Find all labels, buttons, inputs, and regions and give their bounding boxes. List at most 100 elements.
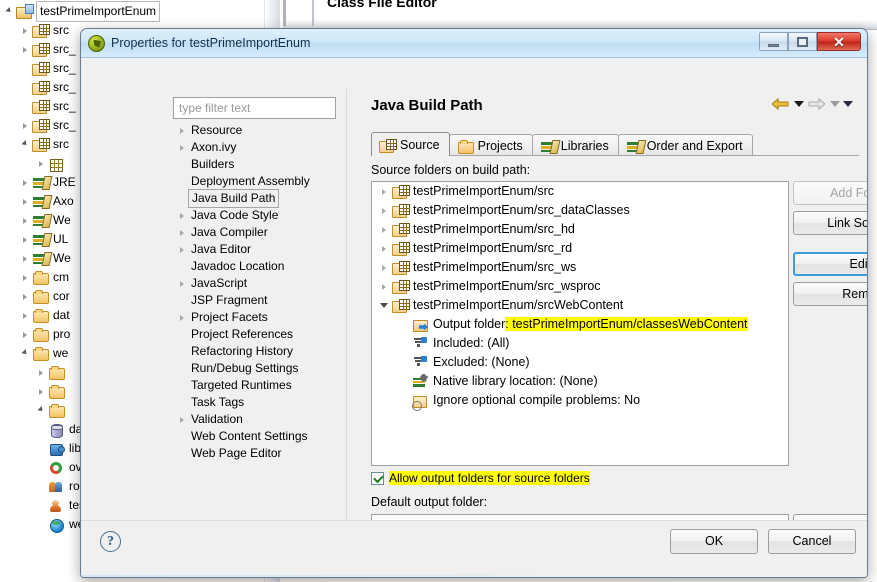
chevron-right-icon[interactable] — [34, 382, 48, 401]
source-folder-row[interactable]: testPrimeImportEnum/src_hd — [372, 220, 788, 239]
explorer-tree-item[interactable]: Axo — [18, 192, 74, 211]
allow-output-folders-row[interactable]: Allow output folders for source folders — [371, 471, 590, 485]
settings-tree-item-run-debug-settings[interactable]: Run/Debug Settings — [173, 360, 336, 377]
source-folder-row[interactable]: Native library location: (None) — [372, 372, 788, 391]
settings-tree-item-javadoc-location[interactable]: Javadoc Location — [173, 258, 336, 275]
explorer-tree-item[interactable]: testPrimeImportEnum — [2, 1, 161, 22]
explorer-tree-item[interactable]: dat — [34, 420, 86, 439]
explorer-tree-item[interactable]: we — [18, 344, 68, 363]
build-path-tabs[interactable]: Source Projects Libraries Order and Export — [371, 132, 753, 156]
dialog-title-bar[interactable]: Properties for testPrimeImportEnum ✕ — [81, 29, 867, 58]
explorer-tree-item[interactable]: pro — [18, 325, 70, 344]
chevron-right-icon[interactable] — [18, 230, 32, 249]
settings-tree-item-validation[interactable]: Validation — [173, 411, 336, 428]
source-folders-list[interactable]: testPrimeImportEnum/src testPrimeImportEn… — [371, 181, 789, 466]
back-button[interactable] — [771, 95, 791, 113]
close-button[interactable]: ✕ — [817, 32, 861, 51]
explorer-tree-item[interactable]: src — [18, 21, 69, 40]
explorer-tree-item[interactable] — [34, 382, 69, 401]
explorer-tree-item[interactable]: cm — [18, 268, 69, 287]
explorer-tree-item[interactable]: src_ — [18, 97, 76, 116]
filter-input[interactable]: type filter text — [173, 97, 336, 119]
chevron-right-icon[interactable] — [18, 325, 32, 344]
forward-button[interactable] — [807, 95, 827, 113]
chevron-right-icon[interactable] — [376, 245, 392, 252]
cancel-button[interactable]: Cancel — [768, 529, 856, 554]
chevron-right-icon[interactable] — [175, 144, 189, 151]
editor-sash-divider-secondary[interactable] — [312, 0, 314, 26]
explorer-tree-item[interactable]: JRE — [18, 173, 76, 192]
tab-source[interactable]: Source — [371, 132, 450, 156]
source-folder-row[interactable]: testPrimeImportEnum/src_wsproc — [372, 277, 788, 296]
minimize-button[interactable] — [759, 32, 788, 51]
settings-tree-item-builders[interactable]: Builders — [173, 156, 336, 173]
explorer-tree-item[interactable]: cor — [18, 287, 70, 306]
source-folder-row[interactable]: Excluded: (None) — [372, 353, 788, 372]
chevron-right-icon[interactable] — [18, 249, 32, 268]
source-folder-row[interactable]: Ignore optional compile problems: No — [372, 391, 788, 411]
chevron-right-icon[interactable] — [376, 264, 392, 271]
chevron-right-icon[interactable] — [18, 306, 32, 325]
explorer-tree-item[interactable]: src — [18, 135, 69, 154]
tab-libraries[interactable]: Libraries — [531, 134, 619, 156]
editor-sash-divider[interactable] — [283, 0, 286, 26]
chevron-down-icon[interactable] — [376, 303, 392, 308]
settings-tree-item-web-content-settings[interactable]: Web Content Settings — [173, 428, 336, 445]
explorer-tree-item[interactable]: We — [18, 211, 71, 230]
forward-history-dropdown-icon[interactable] — [830, 101, 840, 107]
chevron-right-icon[interactable] — [175, 416, 189, 423]
settings-tree-item-refactoring-history[interactable]: Refactoring History — [173, 343, 336, 360]
settings-tree-item-deployment-assembly[interactable]: Deployment Assembly — [173, 173, 336, 190]
chevron-right-icon[interactable] — [18, 211, 32, 230]
explorer-tree-item[interactable]: libr — [34, 439, 85, 458]
edit-button[interactable]: Edit... — [793, 252, 867, 276]
chevron-down-icon[interactable] — [18, 344, 32, 363]
settings-tree-item-axon-ivy[interactable]: Axon.ivy — [173, 139, 336, 156]
explorer-tree-item[interactable] — [34, 154, 69, 173]
settings-tree-item-task-tags[interactable]: Task Tags — [173, 394, 336, 411]
explorer-tree-item[interactable]: UL — [18, 230, 68, 249]
settings-tree-item-project-facets[interactable]: Project Facets — [173, 309, 336, 326]
chevron-right-icon[interactable] — [376, 188, 392, 195]
chevron-right-icon[interactable] — [18, 287, 32, 306]
settings-tree-item-javascript[interactable]: JavaScript — [173, 275, 336, 292]
remove-button[interactable]: Remove — [793, 282, 867, 306]
explorer-tree-item[interactable]: src_ — [18, 78, 76, 97]
chevron-right-icon[interactable] — [175, 246, 189, 253]
chevron-right-icon[interactable] — [34, 363, 48, 382]
link-source-button[interactable]: Link Source... — [793, 211, 867, 235]
settings-tree-item-project-references[interactable]: Project References — [173, 326, 336, 343]
chevron-right-icon[interactable] — [18, 116, 32, 135]
source-folder-row[interactable]: testPrimeImportEnum/srcWebContent — [372, 296, 788, 315]
source-folder-row[interactable]: Output folder: testPrimeImportEnum/class… — [372, 315, 788, 334]
chevron-right-icon[interactable] — [18, 268, 32, 287]
help-icon[interactable]: ? — [100, 531, 121, 552]
settings-tree-item-targeted-runtimes[interactable]: Targeted Runtimes — [173, 377, 336, 394]
settings-tree-item-java-compiler[interactable]: Java Compiler — [173, 224, 336, 241]
source-folder-row[interactable]: testPrimeImportEnum/src_ws — [372, 258, 788, 277]
explorer-tree-item[interactable]: dat — [18, 306, 70, 325]
chevron-right-icon[interactable] — [175, 229, 189, 236]
source-folder-row[interactable]: testPrimeImportEnum/src_dataClasses — [372, 201, 788, 220]
chevron-right-icon[interactable] — [175, 212, 189, 219]
chevron-right-icon[interactable] — [18, 192, 32, 211]
chevron-down-icon[interactable] — [2, 2, 16, 21]
view-menu-dropdown-icon[interactable] — [843, 101, 853, 107]
chevron-right-icon[interactable] — [175, 280, 189, 287]
restore-button[interactable] — [788, 32, 817, 51]
explorer-tree-item[interactable] — [34, 363, 69, 382]
source-folder-row[interactable]: testPrimeImportEnum/src_rd — [372, 239, 788, 258]
source-folder-row[interactable]: testPrimeImportEnum/src — [372, 182, 788, 201]
allow-output-folders-checkbox[interactable] — [371, 471, 384, 485]
chevron-right-icon[interactable] — [175, 127, 189, 134]
chevron-right-icon[interactable] — [376, 283, 392, 290]
chevron-right-icon[interactable] — [18, 173, 32, 192]
chevron-right-icon[interactable] — [175, 314, 189, 321]
chevron-right-icon[interactable] — [18, 21, 32, 40]
back-history-dropdown-icon[interactable] — [794, 101, 804, 107]
chevron-right-icon[interactable] — [34, 154, 48, 173]
settings-tree-item-web-page-editor[interactable]: Web Page Editor — [173, 445, 336, 462]
chevron-right-icon[interactable] — [376, 207, 392, 214]
explorer-tree-item[interactable] — [34, 401, 69, 420]
chevron-right-icon[interactable] — [18, 40, 32, 59]
